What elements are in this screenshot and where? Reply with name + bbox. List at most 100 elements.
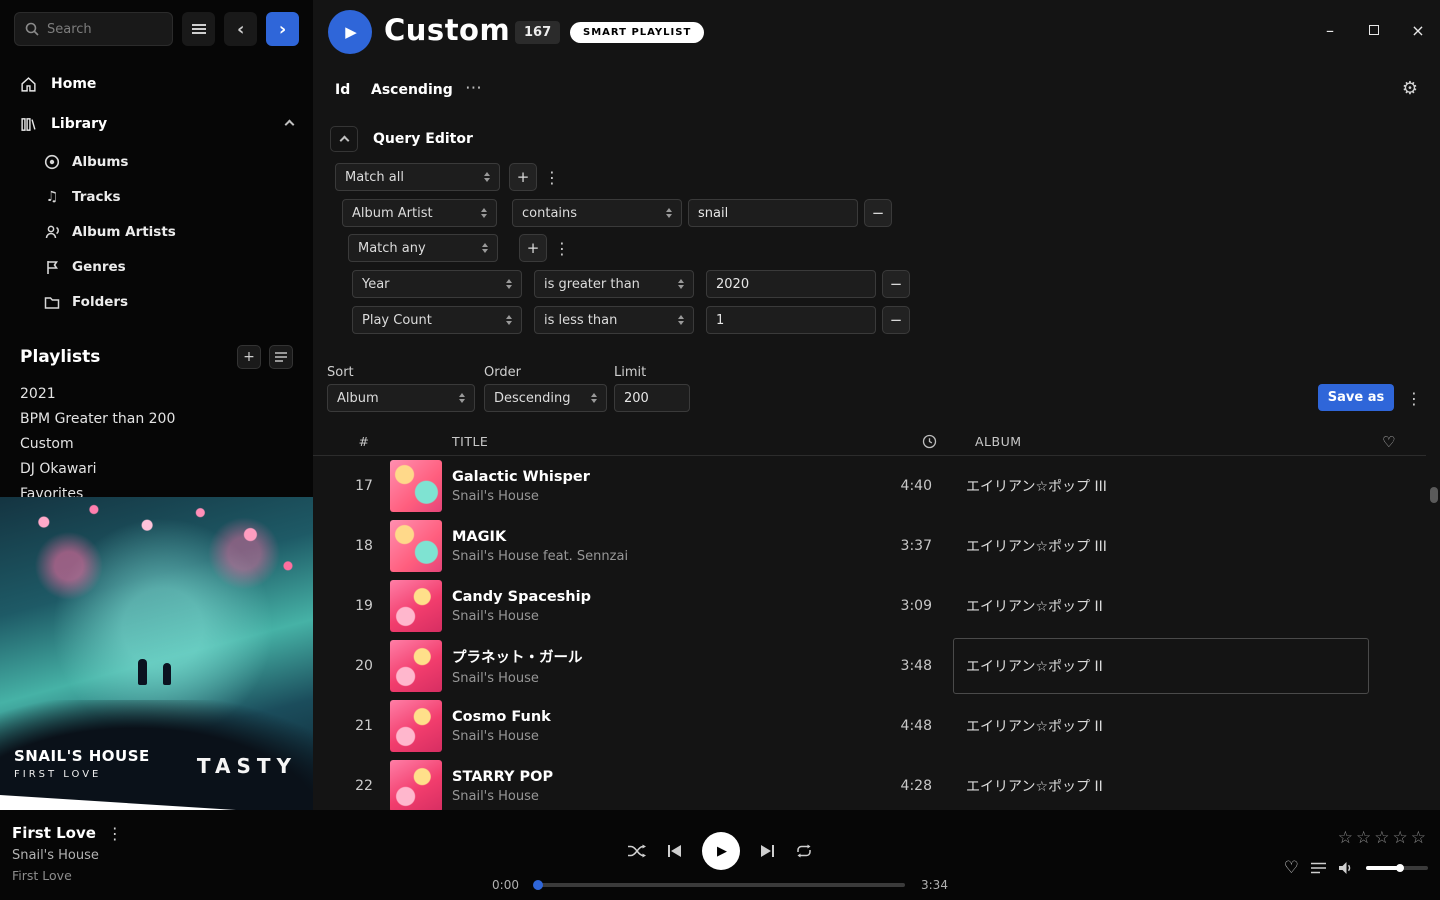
minimize-button[interactable]: – <box>1322 22 1338 38</box>
star-icon[interactable]: ☆ <box>1374 828 1389 848</box>
limit-input[interactable] <box>614 384 690 412</box>
queue-button[interactable] <box>1311 862 1326 874</box>
shuffle-icon <box>627 843 647 859</box>
playlist-item[interactable]: Custom <box>0 431 313 456</box>
rule-operator-select[interactable]: contains <box>512 199 682 227</box>
track-meta: MAGIK Snail's House feat. Sennzai <box>452 529 862 564</box>
table-row[interactable]: 22 STARRY POP Snail's House 4:28 エイリアン☆ポ… <box>313 756 1426 810</box>
sidebar-item-albums[interactable]: Albums <box>0 144 313 179</box>
playlist-item[interactable]: 2021 <box>0 381 313 406</box>
root-group-menu[interactable]: ⋮ <box>545 163 559 191</box>
seek-bar[interactable] <box>535 883 905 887</box>
rule-field-select[interactable]: Play Count <box>352 306 522 334</box>
playlist-options-button[interactable] <box>269 345 293 369</box>
table-row[interactable]: 21 Cosmo Funk Snail's House 4:48 エイリアン☆ポ… <box>313 696 1426 756</box>
rule-operator-select[interactable]: is greater than <box>534 270 694 298</box>
close-button[interactable]: × <box>1410 22 1426 38</box>
group-match-select[interactable]: Match any <box>348 234 498 262</box>
table-row[interactable]: 17 Galactic Whisper Snail's House 4:40 エ… <box>313 456 1426 516</box>
sort-select[interactable]: Album <box>327 384 475 412</box>
add-rule-button[interactable]: + <box>509 163 537 191</box>
volume-slider[interactable] <box>1366 866 1428 870</box>
track-album-cell[interactable]: エイリアン☆ポップ II <box>953 698 1369 754</box>
menu-button[interactable] <box>182 12 215 46</box>
play-playlist-button[interactable]: ▶ <box>328 10 372 54</box>
star-icon[interactable]: ☆ <box>1393 828 1408 848</box>
play-pause-button[interactable]: ▶ <box>702 832 740 870</box>
search-input[interactable] <box>47 22 157 37</box>
back-button[interactable]: ‹ <box>224 12 257 46</box>
rule-field-select[interactable]: Album Artist <box>342 199 497 227</box>
close-icon: × <box>1411 21 1424 40</box>
next-button[interactable] <box>760 844 775 858</box>
search-box[interactable] <box>14 12 173 46</box>
settings-gear-icon[interactable]: ⚙ <box>1402 78 1418 99</box>
star-icon[interactable]: ☆ <box>1338 828 1353 848</box>
remove-rule-button[interactable]: − <box>882 306 910 334</box>
sort-direction-button[interactable]: Ascending <box>371 82 453 98</box>
limit-label: Limit <box>614 365 646 380</box>
playlist-item[interactable]: BPM Greater than 200 <box>0 406 313 431</box>
save-menu[interactable]: ⋮ <box>1407 384 1421 412</box>
rule-field-value: Album Artist <box>352 206 433 221</box>
rule-value-input[interactable] <box>688 199 858 227</box>
shuffle-button[interactable] <box>627 843 647 859</box>
volume-button[interactable] <box>1338 861 1354 875</box>
sidebar-item-folders[interactable]: Folders <box>0 284 313 319</box>
track-album-cell[interactable]: エイリアン☆ポップ II <box>953 578 1369 634</box>
now-playing-title: First Love <box>12 824 96 842</box>
table-row[interactable]: 18 MAGIK Snail's House feat. Sennzai 3:3… <box>313 516 1426 576</box>
repeat-button[interactable] <box>795 843 813 859</box>
star-icon[interactable]: ☆ <box>1411 828 1426 848</box>
save-as-button[interactable]: Save as <box>1318 384 1394 411</box>
sidebar-item-tracks[interactable]: ♫ Tracks <box>0 179 313 214</box>
add-playlist-button[interactable]: + <box>237 345 261 369</box>
sortbar-more-button[interactable]: ⋯ <box>465 78 482 98</box>
play-icon: ▶ <box>717 844 727 859</box>
track-album-cell[interactable]: エイリアン☆ポップ III <box>953 458 1369 514</box>
track-index: 18 <box>339 538 389 554</box>
track-album-cell[interactable]: エイリアン☆ポップ II <box>953 638 1369 694</box>
rule-operator-select[interactable]: is less than <box>534 306 694 334</box>
table-row[interactable]: 20 プラネット・ガール Snail's House 3:48 エイリアン☆ポッ… <box>313 636 1426 696</box>
column-index[interactable]: # <box>339 434 389 449</box>
column-album[interactable]: ALBUM <box>975 434 1022 449</box>
remove-rule-button[interactable]: − <box>864 199 892 227</box>
rule-field-select[interactable]: Year <box>352 270 522 298</box>
forward-button[interactable]: › <box>266 12 299 46</box>
sidebar-item-album-artists[interactable]: Album Artists <box>0 214 313 249</box>
playlist-item[interactable]: DJ Okawari <box>0 456 313 481</box>
remove-rule-button[interactable]: − <box>882 270 910 298</box>
playlists-header: Playlists + <box>0 339 313 375</box>
rating-stars: ☆ ☆ ☆ ☆ ☆ <box>1338 828 1426 848</box>
table-row[interactable]: 19 Candy Spaceship Snail's House 3:09 エイ… <box>313 576 1426 636</box>
group-menu[interactable]: ⋮ <box>555 234 569 262</box>
favorite-heart-icon[interactable]: ♡ <box>1284 858 1299 878</box>
select-arrows-icon <box>481 208 487 218</box>
previous-button[interactable] <box>667 844 682 858</box>
track-album-cell[interactable]: エイリアン☆ポップ II <box>953 758 1369 810</box>
scrollbar-handle[interactable] <box>1430 487 1438 503</box>
duration-column-clock-icon[interactable] <box>922 434 937 449</box>
query-editor-collapse-button[interactable] <box>330 126 358 152</box>
root-match-select[interactable]: Match all <box>335 163 500 191</box>
track-artist: Snail's House <box>452 609 862 624</box>
star-icon[interactable]: ☆ <box>1356 828 1371 848</box>
rule-value-input[interactable] <box>706 306 876 334</box>
select-arrows-icon <box>591 393 597 403</box>
favorite-column-heart-icon[interactable]: ♡ <box>1382 433 1396 451</box>
add-group-rule-button[interactable]: + <box>519 234 547 262</box>
sort-field-button[interactable]: Id <box>335 82 350 98</box>
collapse-library-icon[interactable] <box>285 119 295 129</box>
sidebar-item-home[interactable]: Home <box>0 64 313 104</box>
order-select[interactable]: Descending <box>484 384 607 412</box>
volume-handle[interactable] <box>1396 864 1404 872</box>
now-playing-menu[interactable]: ⋮ <box>108 825 122 841</box>
seek-handle[interactable] <box>533 880 543 890</box>
track-album-cell[interactable]: エイリアン☆ポップ III <box>953 518 1369 574</box>
sidebar-item-library[interactable]: Library <box>0 104 313 144</box>
rule-value-input[interactable] <box>706 270 876 298</box>
sidebar-item-genres[interactable]: Genres <box>0 249 313 284</box>
column-title[interactable]: TITLE <box>452 434 488 449</box>
maximize-button[interactable] <box>1366 22 1382 38</box>
